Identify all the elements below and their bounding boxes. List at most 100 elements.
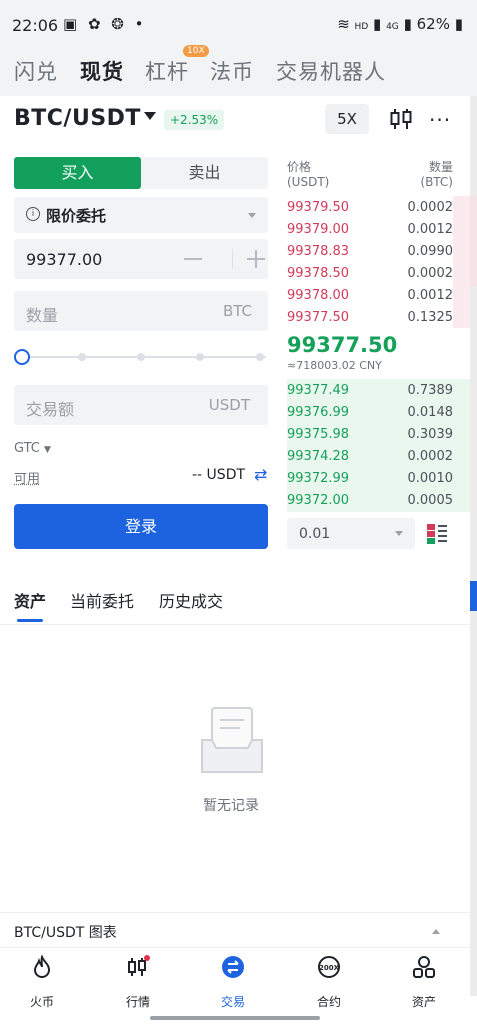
nav-assets[interactable]: 资产 xyxy=(384,955,464,1010)
svg-text:200X: 200X xyxy=(319,964,340,972)
tab-open-orders[interactable]: 当前委托 xyxy=(70,588,134,612)
nav-label: 火币 xyxy=(29,995,54,1009)
bid-qty: 0.0002 xyxy=(407,449,454,464)
amount-unit: USDT xyxy=(208,396,250,414)
bid-qty: 0.0010 xyxy=(407,471,454,486)
ask-row[interactable]: 99379.50 0.0002 xyxy=(287,196,453,218)
candlestick-icon xyxy=(128,955,150,976)
tab-fiat[interactable]: 法币 xyxy=(210,56,254,86)
tab-trade-history[interactable]: 历史成交 xyxy=(159,588,223,612)
quantity-unit: BTC xyxy=(222,302,252,320)
quantity-input[interactable]: 数量 BTC xyxy=(14,291,268,331)
ask-row[interactable]: 99377.50 0.1325 xyxy=(287,306,453,328)
flame-icon xyxy=(33,955,51,978)
nav-huobi[interactable]: 火币 xyxy=(2,955,82,1010)
contract-200x-icon: 200X xyxy=(318,956,340,978)
bid-row[interactable]: 99372.99 0.0010 xyxy=(287,467,453,489)
price-decrement-button[interactable] xyxy=(184,258,202,260)
leverage-button[interactable]: 5X xyxy=(325,104,369,134)
transfer-icon[interactable]: ⇄ xyxy=(254,465,267,484)
bid-row[interactable]: 99372.00 0.0005 xyxy=(287,489,453,511)
status-bar: 22:06 ▣ ✿ ❂ • ≋ HD ▮ 4G ▮ 62% ▮ xyxy=(0,0,477,42)
bid-qty: 0.3039 xyxy=(407,427,454,442)
tab-spot[interactable]: 现货 xyxy=(80,56,124,86)
tab-trading-bot[interactable]: 交易机器人 xyxy=(276,56,386,86)
ask-qty: 0.0002 xyxy=(407,200,454,215)
trade-mode-tabs: 闪兑 现货 杠杆 10X 法币 交易机器人 xyxy=(0,42,477,96)
available-label[interactable]: 可用 xyxy=(14,468,40,487)
network-indicator: 4G xyxy=(386,22,399,32)
order-type-select[interactable]: i 限价委托 xyxy=(14,197,268,233)
wifi-icon: ≋ xyxy=(337,15,350,33)
orderbook-qty-header: 数量 xyxy=(428,160,453,174)
bid-price: 99376.99 xyxy=(287,405,350,420)
bid-row[interactable]: 99376.99 0.0148 xyxy=(287,401,453,423)
chart-expand-bar[interactable]: BTC/USDT 图表 xyxy=(0,912,470,948)
chevron-up-icon[interactable] xyxy=(432,929,440,934)
ask-row[interactable]: 99379.00 0.0012 xyxy=(287,218,453,240)
nav-contracts[interactable]: 200X 合约 xyxy=(289,955,369,1010)
bid-price: 99372.99 xyxy=(287,471,350,486)
info-icon[interactable]: i xyxy=(26,207,40,221)
price-change-badge: +2.53% xyxy=(164,110,225,130)
last-price[interactable]: 99377.50 xyxy=(287,333,397,357)
ask-row[interactable]: 99378.50 0.0002 xyxy=(287,262,453,284)
bid-price: 99372.00 xyxy=(287,493,350,508)
nav-markets[interactable]: 行情 xyxy=(98,955,178,1010)
login-button[interactable]: 登录 xyxy=(14,504,268,549)
chevron-down-icon xyxy=(248,213,256,218)
slider-knob[interactable] xyxy=(14,349,30,365)
status-notification-icons: ▣ ✿ ❂ • xyxy=(63,15,147,33)
trade-amount-input[interactable]: 交易额 USDT xyxy=(14,385,268,425)
home-indicator[interactable] xyxy=(150,1016,320,1020)
swap-icon xyxy=(222,956,244,978)
tab-flash-swap[interactable]: 闪兑 xyxy=(14,56,58,86)
ask-row[interactable]: 99378.00 0.0012 xyxy=(287,284,453,306)
battery-icon: ▮ xyxy=(454,15,463,33)
leverage-badge: 10X xyxy=(183,45,209,57)
chevron-down-icon: ▼ xyxy=(44,445,51,455)
empty-state-text: 暂无记录 xyxy=(203,798,259,814)
tab-assets[interactable]: 资产 xyxy=(14,588,46,612)
bid-row[interactable]: 99375.98 0.3039 xyxy=(287,423,453,445)
more-menu-icon[interactable]: ··· xyxy=(429,108,451,132)
price-value: 99377.00 xyxy=(26,250,103,269)
order-type-label: 限价委托 xyxy=(46,207,107,225)
pair-symbol[interactable]: BTC/USDT xyxy=(14,106,141,131)
ask-qty: 0.0012 xyxy=(407,288,454,303)
hd-indicator: HD xyxy=(354,22,369,32)
nav-trade[interactable]: 交易 xyxy=(193,955,273,1010)
chevron-down-icon xyxy=(395,531,403,536)
time-in-force-select[interactable]: GTC ▼ xyxy=(14,441,51,456)
slider-mark-100[interactable] xyxy=(256,353,264,361)
tab-margin[interactable]: 杠杆 xyxy=(145,56,189,86)
orderbook-layout-icon[interactable] xyxy=(425,522,449,546)
bid-row[interactable]: 99377.49 0.7389 xyxy=(287,379,453,401)
assets-icon xyxy=(413,956,435,978)
status-time: 22:06 xyxy=(12,16,59,35)
buy-tab[interactable]: 买入 xyxy=(14,157,141,189)
time-in-force-label: GTC xyxy=(14,441,40,456)
available-value: -- USDT xyxy=(192,467,246,483)
ask-price: 99379.50 xyxy=(287,200,350,215)
bid-price: 99377.49 xyxy=(287,383,350,398)
bid-price: 99374.28 xyxy=(287,449,350,464)
slider-mark-50[interactable] xyxy=(137,353,145,361)
pair-dropdown-icon[interactable] xyxy=(144,112,156,120)
depth-step-select[interactable]: 0.01 xyxy=(287,518,415,549)
stepper-divider xyxy=(232,249,233,269)
chart-bar-title: BTC/USDT 图表 xyxy=(14,925,117,941)
ask-row[interactable]: 99378.83 0.0990 xyxy=(287,240,453,262)
candlestick-chart-icon[interactable] xyxy=(389,107,413,131)
ask-price: 99377.50 xyxy=(287,310,350,325)
price-increment-button-vertical[interactable] xyxy=(255,250,257,268)
last-price-cny: ≈718003.02 CNY xyxy=(287,359,382,372)
price-input[interactable]: 99377.00 xyxy=(14,239,268,279)
sell-tab[interactable]: 卖出 xyxy=(141,157,268,189)
slider-mark-75[interactable] xyxy=(196,353,204,361)
nav-label: 合约 xyxy=(316,995,341,1009)
slider-mark-25[interactable] xyxy=(78,353,86,361)
ask-price: 99378.50 xyxy=(287,266,350,281)
bid-row[interactable]: 99374.28 0.0002 xyxy=(287,445,453,467)
amount-slider[interactable] xyxy=(14,348,268,366)
